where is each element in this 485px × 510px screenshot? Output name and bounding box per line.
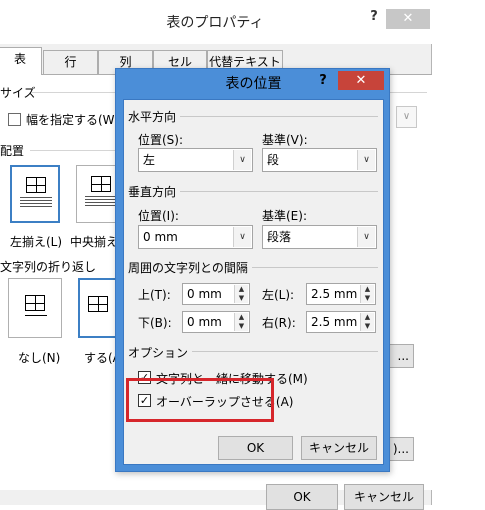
right-distance-value: 2.5 mm <box>311 315 358 329</box>
chevron-down-icon[interactable]: ∨ <box>357 150 375 170</box>
chevron-down-icon[interactable]: ∨ <box>396 106 417 128</box>
h-position-value: 左 <box>143 153 156 167</box>
cancel-button[interactable]: キャンセル <box>344 484 424 510</box>
left-distance-label: 左(L): <box>262 288 295 302</box>
close-button[interactable]: ✕ <box>338 71 384 90</box>
spin-arrows-icon[interactable]: ▲ ▼ <box>360 285 374 303</box>
ok-button[interactable]: OK <box>266 484 338 510</box>
top-distance-value: 0 mm <box>187 287 222 301</box>
spin-arrows-icon[interactable]: ▲ ▼ <box>234 313 248 331</box>
cancel-button[interactable]: キャンセル <box>301 436 377 460</box>
v-reference-label: 基準(E): <box>262 209 307 223</box>
options-section-label: オプション <box>128 344 193 361</box>
top-distance-spinner[interactable]: 0 mm ▲ ▼ <box>182 283 250 305</box>
top-distance-label: 上(T): <box>138 288 171 302</box>
tab-table[interactable]: 表 <box>0 47 42 75</box>
help-icon[interactable]: ? <box>364 9 384 24</box>
table-icon <box>26 177 46 193</box>
left-distance-value: 2.5 mm <box>311 287 358 301</box>
width-checkbox[interactable] <box>8 113 21 126</box>
align-left-label: 左揃え(L) <box>10 235 63 249</box>
spin-arrows-icon[interactable]: ▲ ▼ <box>360 313 374 331</box>
tab-row[interactable]: 行 <box>43 50 98 74</box>
wrap-none-option[interactable] <box>8 278 62 338</box>
size-section-label: サイズ <box>0 86 36 100</box>
right-distance-spinner[interactable]: 2.5 mm ▲ ▼ <box>306 311 376 333</box>
vertical-section-label: 垂直方向 <box>128 183 181 200</box>
close-button[interactable]: ✕ <box>386 9 430 29</box>
h-reference-value: 段 <box>267 153 280 167</box>
v-position-value: 0 mm <box>143 230 178 244</box>
table-icon <box>91 176 111 192</box>
ok-button[interactable]: OK <box>218 436 293 460</box>
bottom-distance-spinner[interactable]: 0 mm ▲ ▼ <box>182 311 250 333</box>
highlight-box <box>126 378 274 422</box>
width-checkbox-label: 幅を指定する(W): <box>26 113 124 127</box>
chevron-down-icon[interactable]: ∨ <box>357 227 375 247</box>
v-position-combo[interactable]: 0 mm ∨ <box>138 225 253 249</box>
wrap-around-option[interactable] <box>78 278 120 338</box>
h-reference-combo[interactable]: 段 ∨ <box>262 148 377 172</box>
bottom-distance-value: 0 mm <box>187 315 222 329</box>
wrap-none-label: なし(N) <box>18 351 61 365</box>
v-reference-combo[interactable]: 段落 ∨ <box>262 225 377 249</box>
help-icon[interactable]: ? <box>315 73 331 88</box>
align-section-label: 配置 <box>0 144 25 158</box>
wrap-section-label: 文字列の折り返し <box>0 260 97 274</box>
h-position-label: 位置(S): <box>138 133 184 147</box>
align-center-label: 中央揃え <box>70 235 119 249</box>
align-left-option[interactable] <box>10 165 60 223</box>
horizontal-section-label: 水平方向 <box>128 108 181 125</box>
table-icon <box>88 296 108 312</box>
v-reference-value: 段落 <box>267 230 292 244</box>
chevron-down-icon[interactable]: ∨ <box>233 150 251 170</box>
table-icon <box>25 295 45 311</box>
h-position-combo[interactable]: 左 ∨ <box>138 148 253 172</box>
dialog-title: 表のプロパティ <box>166 15 264 31</box>
text-lines-icon <box>20 197 52 209</box>
distance-section-label: 周囲の文字列との間隔 <box>128 259 252 276</box>
section-divider <box>30 150 115 151</box>
text-lines-icon <box>85 196 117 208</box>
chevron-down-icon[interactable]: ∨ <box>233 227 251 247</box>
v-position-label: 位置(I): <box>138 209 179 223</box>
left-distance-spinner[interactable]: 2.5 mm ▲ ▼ <box>306 283 376 305</box>
h-reference-label: 基準(V): <box>262 133 308 147</box>
spin-arrows-icon[interactable]: ▲ ▼ <box>234 285 248 303</box>
bottom-distance-label: 下(B): <box>138 316 172 330</box>
text-line-icon <box>25 315 47 316</box>
right-distance-label: 右(R): <box>262 316 296 330</box>
